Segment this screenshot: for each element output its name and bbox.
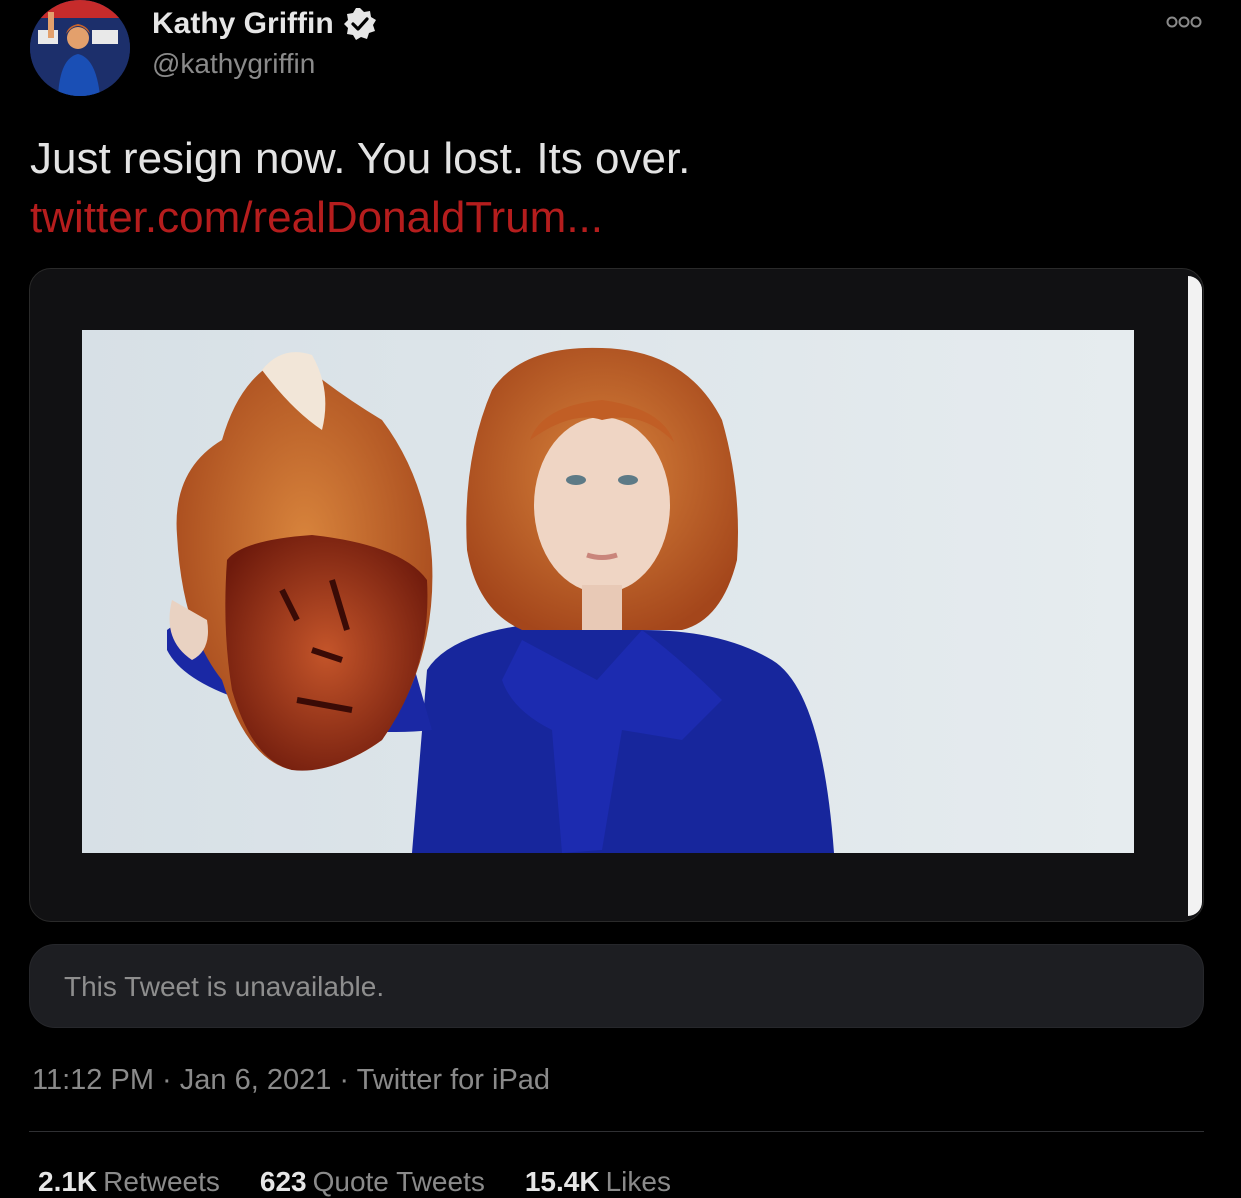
tweet-source[interactable]: Twitter for iPad: [357, 1064, 550, 1096]
quoted-tweet-unavailable[interactable]: This Tweet is unavailable.: [29, 944, 1204, 1028]
tweet-time[interactable]: 11:12 PM: [32, 1064, 154, 1096]
tweet-text: Just resign now. You lost. Its over.: [30, 134, 691, 183]
tweet-link[interactable]: twitter.com/realDonaldTrum...: [30, 193, 603, 243]
author-handle[interactable]: @kathygriffin: [152, 48, 315, 80]
tweet-stats: 2.1K Retweets 623 Quote Tweets 15.4K Likes: [38, 1166, 671, 1198]
stat-value: 623: [259, 1166, 307, 1197]
tweet-date[interactable]: Jan 6, 2021: [180, 1064, 332, 1096]
display-name[interactable]: Kathy Griffin: [152, 7, 334, 41]
stat-label: Likes: [605, 1166, 671, 1197]
stat-label: Quote Tweets: [312, 1166, 485, 1197]
author-name[interactable]: Kathy Griffin: [152, 6, 378, 42]
verified-badge-icon: [342, 6, 378, 42]
stat-label: Retweets: [103, 1166, 220, 1197]
divider: [29, 1131, 1204, 1132]
stat-quote-tweets[interactable]: 623 Quote Tweets: [260, 1166, 485, 1198]
stat-value: 2.1K: [38, 1166, 98, 1197]
unavailable-message: This Tweet is unavailable.: [64, 971, 385, 1002]
meta-separator: ·: [162, 1064, 172, 1096]
stat-value: 15.4K: [524, 1166, 600, 1197]
media-scrollbar[interactable]: [1188, 276, 1202, 916]
tweet-meta: 11:12 PM · Jan 6, 2021 · Twitter for iPa…: [32, 1064, 550, 1097]
stat-retweets[interactable]: 2.1K Retweets: [38, 1166, 220, 1198]
tweet-photo[interactable]: [82, 330, 1134, 853]
avatar[interactable]: [30, 0, 130, 96]
stat-likes[interactable]: 15.4K Likes: [525, 1166, 671, 1198]
more-options-icon[interactable]: [1164, 12, 1204, 32]
meta-separator: ·: [339, 1064, 350, 1096]
